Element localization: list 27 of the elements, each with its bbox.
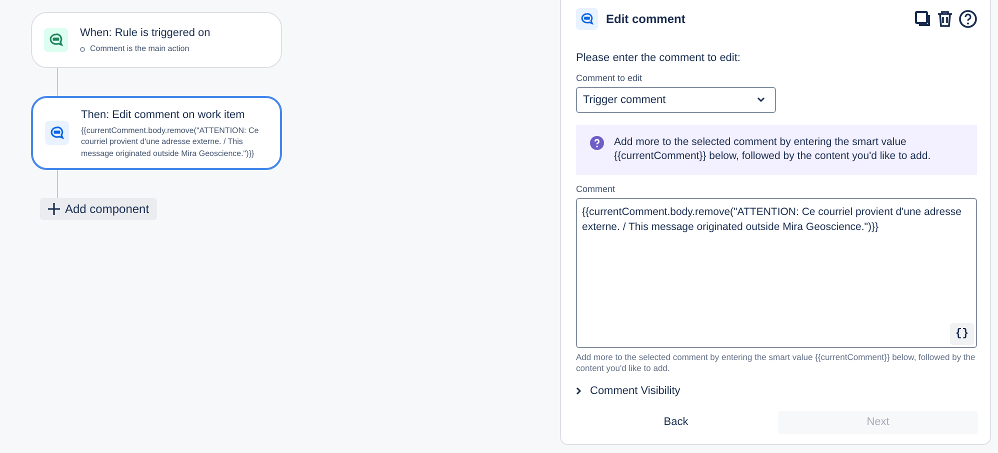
smart-value-button[interactable]: {}	[950, 323, 974, 345]
card-title: When: Rule is triggered on	[80, 27, 210, 40]
action-card[interactable]: Then: Edit comment on work item {{currentComment.body.remove("ATTENTION: Ce courriel provient d'une adresse externe. / This message originated outside Mira Geoscience.")}}	[31, 96, 282, 170]
add-component-button[interactable]: Add component	[40, 198, 158, 220]
field-label: Comment to edit	[576, 73, 644, 83]
card-detail: {{currentComment.body.remove("ATTENTION: Ce courriel provient d'une adresse externe. / This message originated outside Mira Geoscience.")}}	[81, 125, 260, 159]
panel-title: Edit comment	[606, 12, 686, 26]
field-label: Comment	[576, 184, 616, 194]
info-text: Add more to the selected comment by entering the smart value {{currentComment}} below, followed by the content you'd like to add.	[614, 135, 932, 164]
comment-icon	[44, 28, 68, 52]
instruction-text: Please enter the comment to edit:	[576, 52, 742, 64]
comment-icon	[45, 121, 69, 145]
trash-icon[interactable]	[936, 10, 954, 28]
comment-field[interactable]: {{currentComment.body.remove("ATTENTION: Ce courriel provient d'une adresse externe. / This message originated outside Mira Geoscience.")}} {}	[576, 198, 977, 348]
card-detail: Comment is the main action	[90, 43, 190, 55]
bullet-icon	[80, 46, 85, 52]
help-text: Add more to the selected comment by entering the smart value {{currentComment}} below, followed by the content you'd like to add.	[576, 352, 976, 375]
comment-select[interactable]: Trigger comment	[576, 87, 776, 113]
trigger-card[interactable]: When: Rule is triggered on Comment is the main action	[31, 12, 282, 68]
plus-icon	[48, 203, 60, 215]
copy-icon[interactable]	[914, 10, 932, 28]
comment-icon	[576, 8, 598, 30]
help-icon	[590, 136, 604, 150]
help-icon[interactable]	[958, 9, 978, 29]
visibility-toggle[interactable]: Comment Visibility	[576, 384, 680, 397]
chevron-down-icon	[757, 97, 765, 103]
card-title: Then: Edit comment on work item	[81, 109, 246, 122]
